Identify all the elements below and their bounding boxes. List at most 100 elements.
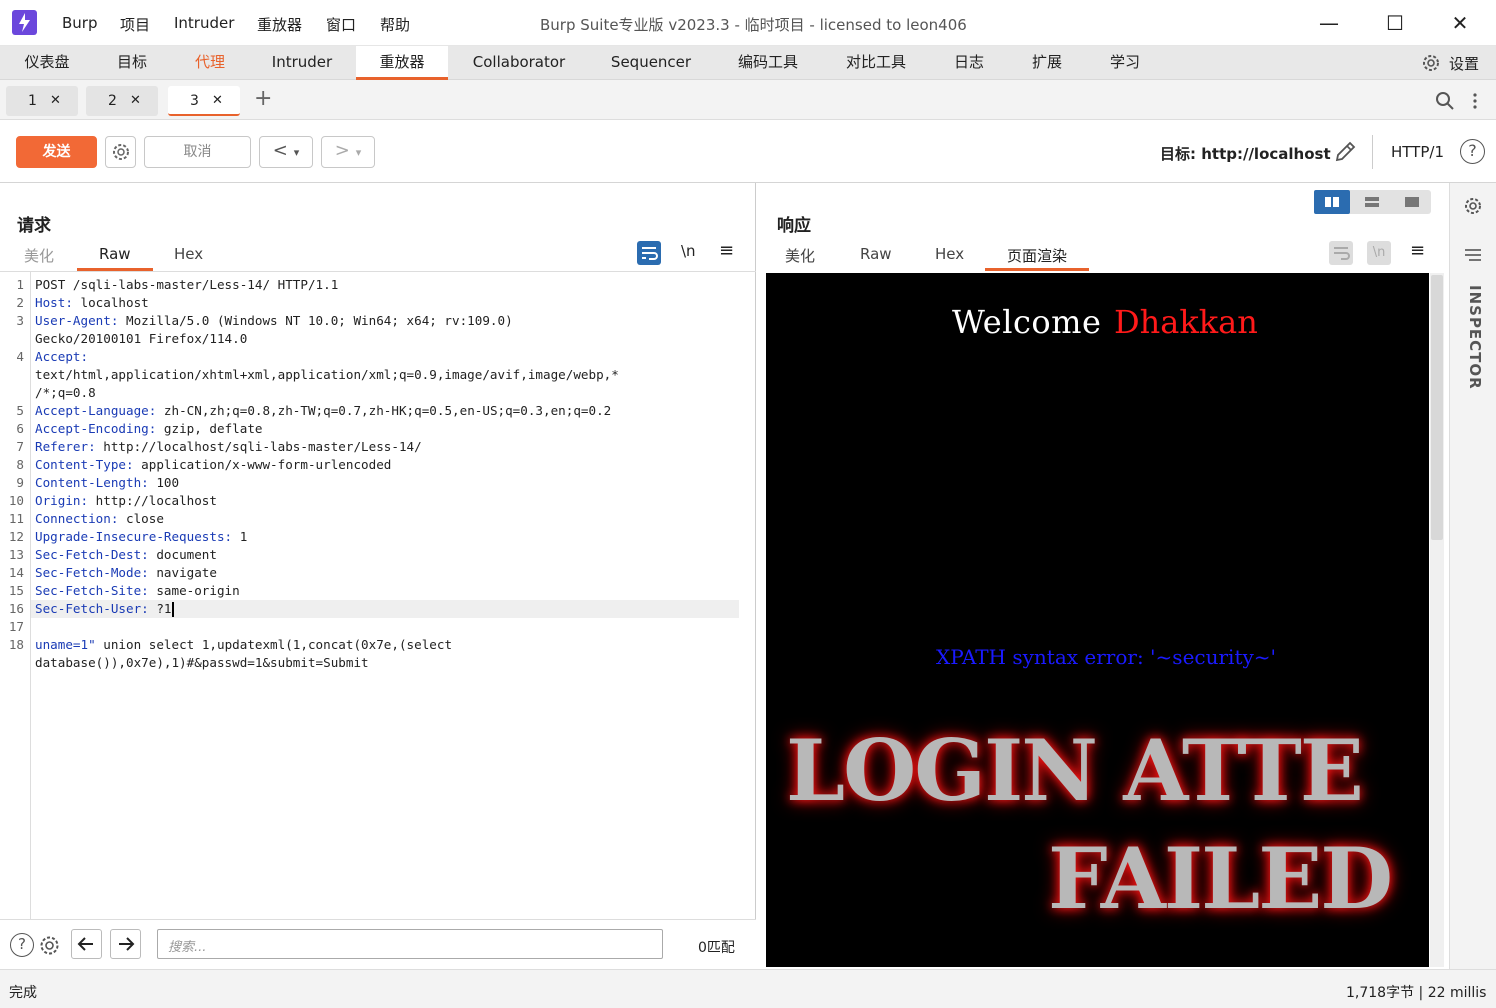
menu-window[interactable]: 窗口	[326, 14, 356, 35]
search-input[interactable]: 搜索...	[157, 929, 663, 959]
single-view-icon[interactable]	[1394, 191, 1430, 213]
menu-burp[interactable]: Burp	[62, 14, 98, 32]
username-text: Dhakkan	[1114, 303, 1258, 341]
http-version-toggle[interactable]: HTTP/1	[1391, 143, 1444, 161]
line-number: 13	[8, 547, 24, 562]
request-tab-pretty[interactable]: 美化	[24, 245, 54, 271]
close-tab-icon[interactable]: ✕	[50, 86, 61, 116]
tab-logger[interactable]: 日志	[944, 46, 994, 80]
repeater-tab-3[interactable]: 3 ✕	[168, 86, 240, 116]
request-line: Content-Type: application/x-www-form-url…	[35, 457, 391, 472]
show-newlines-button[interactable]: \n	[681, 242, 696, 260]
repeater-tab-1[interactable]: 1 ✕	[6, 86, 78, 116]
menu-repeater[interactable]: 重放器	[257, 14, 302, 35]
close-window-button[interactable]: ✕	[1440, 8, 1480, 38]
response-tab-render[interactable]: 页面渲染	[985, 245, 1090, 271]
search-settings-gear-icon[interactable]	[37, 933, 62, 962]
forward-arrow-icon: >	[334, 140, 350, 161]
response-pane: 响应 美化 Raw Hex 页面渲染 \n ≡ Welcome Dhakkan …	[758, 183, 1448, 969]
tab-extensions[interactable]: 扩展	[1022, 46, 1072, 80]
send-button[interactable]: 发送	[16, 136, 97, 168]
request-line: Connection: close	[35, 511, 164, 526]
request-line: POST /sqli-labs-master/Less-14/ HTTP/1.1	[35, 277, 338, 292]
tab-target[interactable]: 目标	[100, 46, 164, 80]
header-key: Referer:	[35, 439, 96, 454]
inspector-label[interactable]: INSPECTOR	[1466, 285, 1484, 390]
tab-comparer[interactable]: 对比工具	[836, 46, 916, 80]
header-value: /*;q=0.8	[35, 385, 96, 400]
split-view-icon[interactable]	[1314, 190, 1350, 214]
next-match-button[interactable]	[110, 929, 141, 959]
header-key: Sec-Fetch-Site:	[35, 583, 149, 598]
tab-decoder[interactable]: 编码工具	[728, 46, 808, 80]
request-tab-hex[interactable]: Hex	[174, 245, 203, 271]
header-key: User-Agent:	[35, 313, 119, 328]
menu-help[interactable]: 帮助	[380, 14, 410, 35]
close-tab-icon[interactable]: ✕	[212, 86, 223, 116]
response-tab-raw[interactable]: Raw	[860, 245, 892, 271]
header-value: navigate	[148, 565, 217, 580]
settings-label[interactable]: 设置	[1449, 53, 1479, 74]
request-tab-raw[interactable]: Raw	[77, 245, 153, 271]
cancel-button[interactable]: 取消	[144, 136, 251, 168]
close-tab-icon[interactable]: ✕	[130, 86, 141, 116]
xpath-error-text: XPATH syntax error: '~security~'	[936, 645, 1277, 669]
send-settings-gear-icon[interactable]	[105, 136, 136, 168]
request-line: User-Agent: Mozilla/5.0 (Windows NT 10.0…	[35, 313, 513, 328]
forward-dropdown-icon[interactable]: ▾	[356, 146, 362, 159]
request-line: Accept-Language: zh-CN,zh;q=0.8,zh-TW;q=…	[35, 403, 611, 418]
edit-target-pencil-icon[interactable]	[1332, 139, 1358, 169]
inspector-panel: INSPECTOR	[1449, 183, 1496, 969]
request-editor[interactable]: 1 2 3 4 5 6 7 8 9 10 11 12 13 14 15 16 17 18 POST /sqli-l…	[0, 271, 756, 920]
search-icon[interactable]	[1434, 90, 1456, 116]
line-number: 14	[8, 565, 24, 580]
request-line: Gecko/20100101 Firefox/114.0	[35, 331, 247, 346]
tab-proxy[interactable]: 代理	[180, 46, 240, 80]
header-key: uname=1"	[35, 637, 96, 652]
inspector-menu-icon[interactable]	[1464, 247, 1482, 266]
menu-intruder[interactable]: Intruder	[174, 14, 234, 32]
help-icon[interactable]: ?	[10, 933, 34, 957]
help-icon[interactable]: ?	[1460, 139, 1485, 164]
tab-repeater[interactable]: 重放器	[356, 46, 448, 80]
settings-gear-icon[interactable]	[1420, 52, 1442, 78]
header-value: 100	[148, 475, 180, 490]
maximize-button[interactable]: ☐	[1375, 8, 1415, 38]
text-cursor	[172, 602, 175, 617]
header-value: Gecko/20100101 Firefox/114.0	[35, 331, 248, 346]
render-scrollbar-thumb[interactable]	[1431, 275, 1443, 540]
word-wrap-icon[interactable]	[637, 241, 661, 265]
header-key: Host:	[35, 295, 73, 310]
response-tab-hex[interactable]: Hex	[935, 245, 964, 271]
request-menu-icon[interactable]: ≡	[719, 240, 734, 261]
previous-match-button[interactable]	[71, 929, 102, 959]
login-failed-banner-line1: LOGIN ATTE	[786, 721, 1364, 820]
forward-button[interactable]: > ▾	[321, 136, 375, 168]
response-menu-icon[interactable]: ≡	[1410, 240, 1425, 261]
inspector-gear-icon[interactable]	[1462, 195, 1484, 221]
repeater-tab-2[interactable]: 2 ✕	[86, 86, 158, 116]
header-key: Sec-Fetch-User:	[35, 601, 149, 616]
tab-learn[interactable]: 学习	[1100, 46, 1150, 80]
add-tab-button[interactable]: +	[254, 86, 272, 111]
request-title: 请求	[17, 216, 51, 236]
line-number: 16	[8, 601, 24, 616]
back-dropdown-icon[interactable]: ▾	[294, 146, 300, 159]
header-key: Accept-Language:	[35, 403, 157, 418]
more-options-icon[interactable]	[1472, 90, 1478, 116]
request-line: Sec-Fetch-Dest: document	[35, 547, 217, 562]
tab-sequencer[interactable]: Sequencer	[600, 46, 702, 80]
show-newlines-button: \n	[1367, 241, 1391, 265]
header-value: document	[148, 547, 217, 562]
back-button[interactable]: < ▾	[259, 136, 313, 168]
minimize-button[interactable]: —	[1309, 8, 1349, 38]
menu-project[interactable]: 项目	[120, 14, 150, 35]
line-number: 15	[8, 583, 24, 598]
tab-collaborator[interactable]: Collaborator	[462, 46, 576, 80]
login-failed-banner-line2: FAILED	[1048, 829, 1393, 928]
stacked-view-icon[interactable]	[1354, 191, 1390, 213]
tab-dashboard[interactable]: 仪表盘	[10, 46, 84, 80]
tab-intruder[interactable]: Intruder	[256, 46, 348, 80]
header-key: Sec-Fetch-Dest:	[35, 547, 149, 562]
response-tab-pretty[interactable]: 美化	[785, 245, 815, 271]
